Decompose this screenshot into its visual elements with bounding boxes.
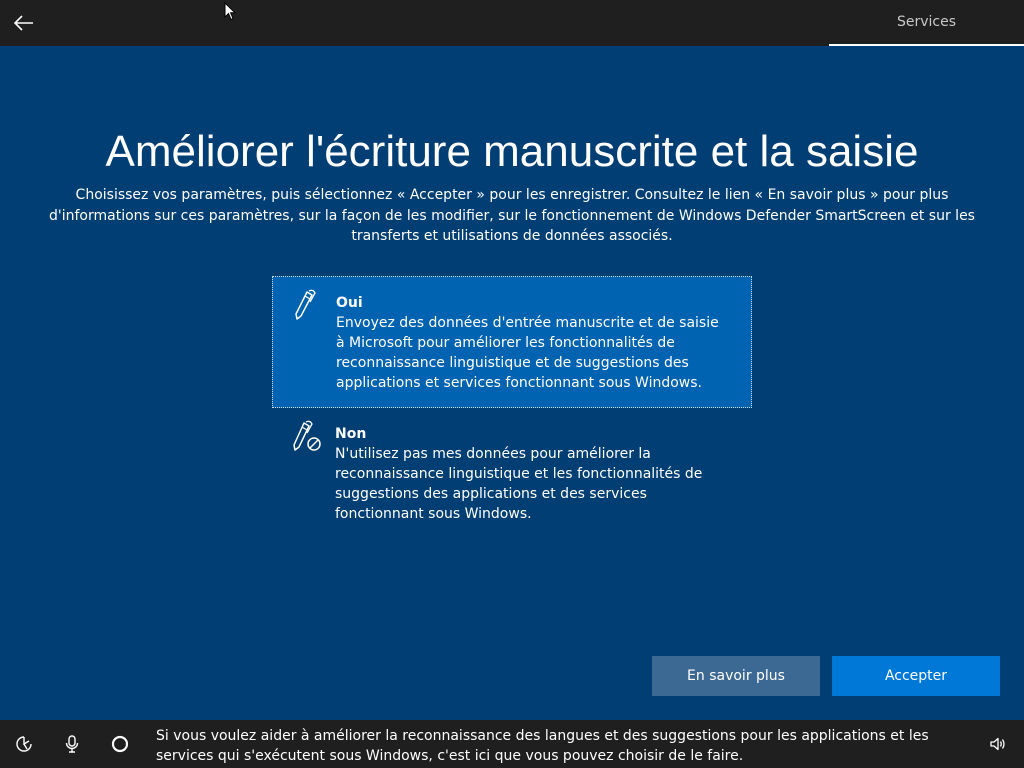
page-description: Choisissez vos paramètres, puis sélectio… — [49, 187, 975, 244]
ease-of-access-button[interactable] — [12, 732, 36, 756]
option-no-title: Non — [335, 426, 367, 442]
volume-button[interactable] — [986, 732, 1010, 756]
option-no[interactable]: Non N'utilisez pas mes données pour amél… — [272, 408, 752, 540]
narration-text: Si vous voulez aider à améliorer la reco… — [156, 728, 929, 764]
microphone-icon — [65, 735, 79, 753]
option-no-description: N'utilisez pas mes données pour améliore… — [335, 446, 703, 522]
cortana-icon — [111, 735, 129, 753]
option-yes[interactable]: Oui Envoyez des données d'entrée manuscr… — [272, 276, 752, 408]
accept-button[interactable]: Accepter — [832, 656, 1000, 696]
page-title: Améliorer l'écriture manuscrite et la sa… — [105, 127, 919, 176]
volume-icon — [990, 737, 1005, 751]
pen-icon — [295, 289, 316, 320]
option-yes-title: Oui — [336, 295, 363, 311]
learn-more-button[interactable]: En savoir plus — [652, 656, 820, 696]
microphone-button[interactable] — [60, 732, 84, 756]
mouse-cursor-icon — [224, 2, 236, 21]
option-yes-description: Envoyez des données d'entrée manuscrite … — [336, 315, 719, 391]
back-arrow-icon — [14, 15, 33, 31]
cortana-button[interactable] — [108, 732, 132, 756]
pen-blocked-icon — [293, 420, 321, 451]
ease-of-access-icon — [16, 736, 32, 752]
bottom-bar: Si vous voulez aider à améliorer la reco… — [0, 720, 1024, 768]
section-tab-services: Services — [829, 0, 1024, 46]
back-button[interactable] — [8, 8, 40, 38]
top-bar: Services — [0, 0, 1024, 46]
